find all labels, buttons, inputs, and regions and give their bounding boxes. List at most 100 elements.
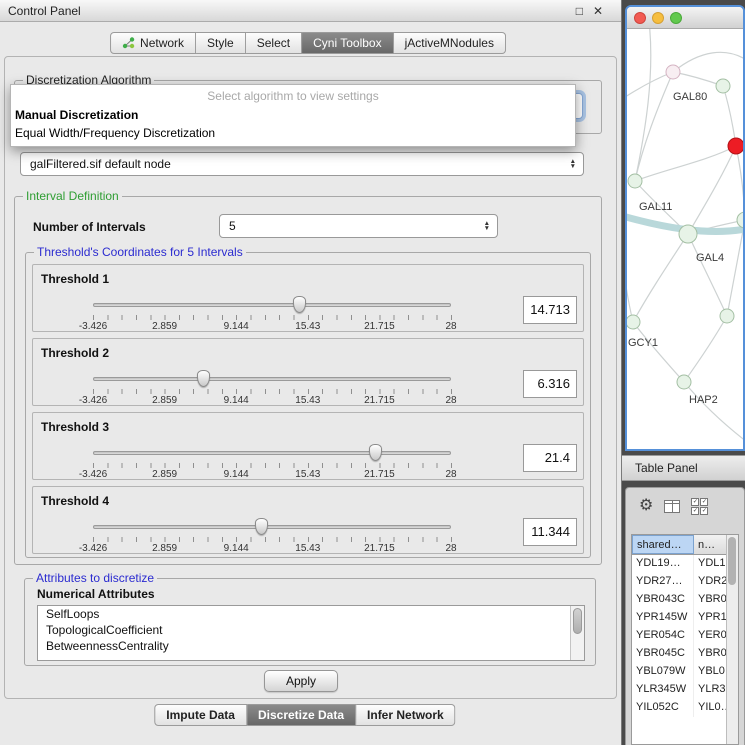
attribute-list-item[interactable]: TopologicalCoefficient <box>38 622 584 638</box>
table-cell[interactable]: YER054C <box>632 627 694 645</box>
dropdown-option-equal-width-frequency[interactable]: Equal Width/Frequency Discretization <box>11 124 575 142</box>
node-table: shared… n… YDL19…YDL1…YDR27…YDR2…YBR043C… <box>631 534 739 745</box>
checkbox-icon <box>700 507 708 515</box>
column-header-shared-name[interactable]: shared… <box>632 535 694 554</box>
numerical-attributes-list[interactable]: SelfLoopsTopologicalCoefficientBetweenne… <box>37 605 585 661</box>
attribute-list-item[interactable]: SelfLoops <box>38 606 584 622</box>
network-edge <box>635 29 651 181</box>
threshold-value-field[interactable]: 6.316 <box>523 370 577 398</box>
zoom-traffic-light-icon[interactable] <box>670 12 682 24</box>
interval-definition-title: Interval Definition <box>23 189 122 203</box>
tab-label: Impute Data <box>166 708 235 722</box>
threshold-slider[interactable] <box>93 296 451 313</box>
table-row[interactable]: YIL052CYIL0… <box>632 699 738 717</box>
slider-thumb[interactable] <box>255 518 268 535</box>
checkbox-icon <box>700 498 708 506</box>
columns-icon[interactable] <box>664 500 680 513</box>
table-row[interactable]: YBL079WYBL0… <box>632 663 738 681</box>
slider-scale-label: 15.43 <box>295 469 320 480</box>
table-row[interactable]: YER054CYER0… <box>632 627 738 645</box>
tab-cyni-toolbox[interactable]: Cyni Toolbox <box>302 32 393 54</box>
tab-jactivemnodules[interactable]: jActiveMNodules <box>394 32 506 54</box>
network-node[interactable] <box>716 79 730 93</box>
threshold-value-field[interactable]: 14.713 <box>523 296 577 324</box>
apply-button[interactable]: Apply <box>264 670 338 692</box>
table-cell[interactable]: YBR045C <box>632 645 694 663</box>
table-cell[interactable]: YIL052C <box>632 699 694 717</box>
network-node[interactable] <box>677 375 691 389</box>
threshold-value-field[interactable]: 11.344 <box>523 518 577 546</box>
network-node[interactable] <box>679 225 697 243</box>
table-cell[interactable]: YDL19… <box>632 555 694 573</box>
tab-network[interactable]: Network <box>110 32 196 54</box>
threshold-slider[interactable] <box>93 444 451 461</box>
attribute-list-item[interactable]: BetweennessCentrality <box>38 638 584 654</box>
attributes-scrollbar[interactable] <box>570 606 584 660</box>
float-window-icon[interactable]: □ <box>576 4 583 18</box>
slider-scale-label: 21.715 <box>364 469 395 480</box>
slider-scale-label: 2.859 <box>152 543 177 554</box>
network-node[interactable] <box>628 174 642 188</box>
table-scrollbar[interactable] <box>726 535 738 744</box>
close-traffic-light-icon[interactable] <box>634 12 646 24</box>
number-of-intervals-combobox[interactable]: 5 ▲ ▼ <box>219 214 498 238</box>
table-cell[interactable]: YBR043C <box>632 591 694 609</box>
slider-track[interactable] <box>93 451 451 455</box>
checkbox-icon <box>691 507 699 515</box>
network-canvas[interactable]: GAL80GAL11GAL4GCY1HAP2 <box>627 29 743 449</box>
threshold-value-field[interactable]: 21.4 <box>523 444 577 472</box>
select-columns-icon[interactable] <box>691 498 708 515</box>
tab-style[interactable]: Style <box>196 32 246 54</box>
slider-track[interactable] <box>93 303 451 307</box>
attributes-to-discretize-group: Attributes to discretize Numerical Attri… <box>24 578 596 666</box>
slider-track[interactable] <box>93 377 451 381</box>
table-row[interactable]: YLR345WYLR3… <box>632 681 738 699</box>
network-edge <box>627 241 633 322</box>
tab-select[interactable]: Select <box>246 32 302 54</box>
slider-scale-label: 2.859 <box>152 395 177 406</box>
network-node-label: GAL80 <box>673 91 707 103</box>
network-edge <box>635 72 673 181</box>
slider-thumb[interactable] <box>197 370 210 387</box>
network-node[interactable] <box>720 309 734 323</box>
close-icon[interactable]: ✕ <box>593 4 603 18</box>
table-data-combobox[interactable]: galFiltered.sif default node ▲ ▼ <box>20 152 584 176</box>
network-node[interactable] <box>728 138 743 154</box>
gear-icon[interactable]: ⚙ <box>639 498 653 514</box>
table-cell[interactable]: YPR145W <box>632 609 694 627</box>
tab-infer-network[interactable]: Infer Network <box>356 704 456 726</box>
network-node[interactable] <box>737 212 743 228</box>
table-row[interactable]: YDL19…YDL1… <box>632 555 738 573</box>
slider-thumb[interactable] <box>293 296 306 313</box>
table-cell[interactable]: YLR345W <box>632 681 694 699</box>
table-cell[interactable]: YDR27… <box>632 573 694 591</box>
threshold-2-panel: Threshold 2 -3.4262.8599.14415.4321.7152… <box>32 338 584 406</box>
threshold-slider[interactable] <box>93 518 451 535</box>
dropdown-prompt: Select algorithm to view settings <box>11 85 575 106</box>
network-node[interactable] <box>666 65 680 79</box>
slider-scale-label: 28 <box>445 395 456 406</box>
slider-scale: -3.4262.8599.14415.4321.71528 <box>93 469 451 481</box>
tab-discretize-data[interactable]: Discretize Data <box>247 704 356 726</box>
slider-thumb[interactable] <box>369 444 382 461</box>
table-row[interactable]: YDR27…YDR2… <box>632 573 738 591</box>
threshold-label: Threshold 3 <box>41 420 109 434</box>
combobox-stepper-icon: ▲ ▼ <box>570 159 576 169</box>
slider-scale-label: 2.859 <box>152 321 177 332</box>
table-row[interactable]: YPR145WYPR1… <box>632 609 738 627</box>
table-row[interactable]: YBR043CYBR0… <box>632 591 738 609</box>
slider-scale-label: 21.715 <box>364 543 395 554</box>
table-row[interactable]: YBR045CYBR0… <box>632 645 738 663</box>
slider-ticks <box>93 537 452 542</box>
network-node[interactable] <box>627 315 640 329</box>
table-cell[interactable]: YBL079W <box>632 663 694 681</box>
scrollbar-thumb[interactable] <box>728 537 736 585</box>
minimize-traffic-light-icon[interactable] <box>652 12 664 24</box>
scrollbar-thumb[interactable] <box>573 608 582 634</box>
dropdown-option-manual-discretization[interactable]: Manual Discretization <box>11 106 575 124</box>
slider-track[interactable] <box>93 525 451 529</box>
network-window-titlebar[interactable] <box>627 7 743 29</box>
stepper-down-icon: ▼ <box>484 226 490 231</box>
tab-impute-data[interactable]: Impute Data <box>154 704 247 726</box>
threshold-slider[interactable] <box>93 370 451 387</box>
